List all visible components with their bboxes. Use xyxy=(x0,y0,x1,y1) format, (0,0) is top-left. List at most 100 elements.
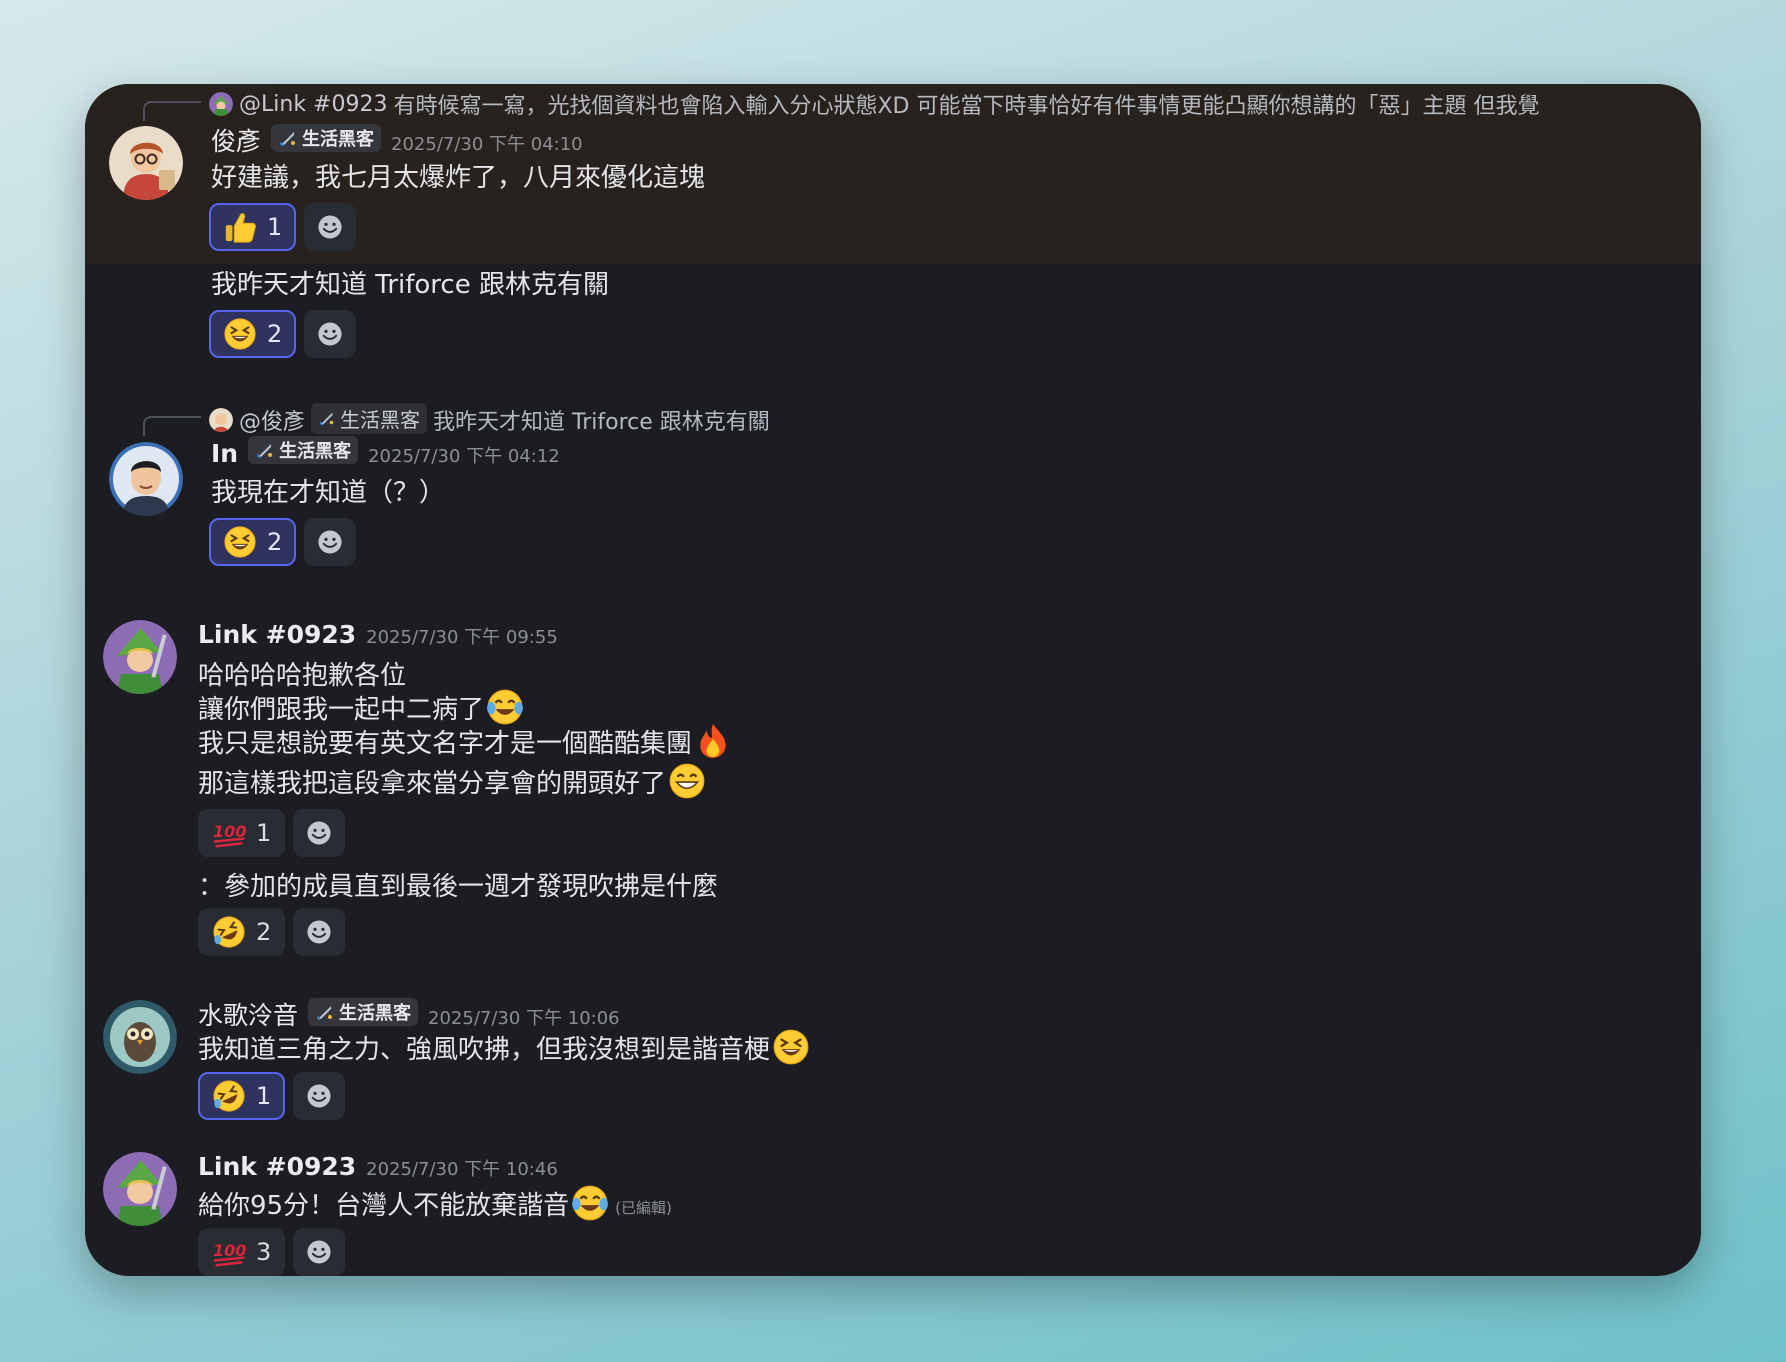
reaction-bar: 2 xyxy=(209,518,357,566)
role-tag-label: 生活黑客 xyxy=(339,1003,412,1024)
avatar-link[interactable] xyxy=(103,1152,177,1226)
thumbs-up-icon xyxy=(223,210,257,244)
reply-spine xyxy=(143,416,201,436)
add-reaction-button[interactable] xyxy=(304,310,357,358)
message-line: 給你95分！台灣人不能放棄諧音 (已編輯) xyxy=(198,1184,672,1222)
message-text: ：參加的成員直到最後一週才發現吹拂是什麼 xyxy=(198,872,719,902)
add-reaction-button[interactable] xyxy=(304,518,357,566)
add-reaction-icon xyxy=(314,526,346,558)
junyan-mini-avatar xyxy=(209,408,233,432)
avatar-link[interactable] xyxy=(103,620,177,694)
reaction-count: 2 xyxy=(267,528,283,556)
grin-icon xyxy=(668,762,706,800)
reaction-bar: 1 xyxy=(198,1072,346,1120)
add-reaction-button[interactable] xyxy=(293,908,346,956)
add-reaction-icon xyxy=(303,1236,335,1268)
message-line-1-text: 哈哈哈哈抱歉各位 xyxy=(198,661,407,691)
reaction-count: 2 xyxy=(256,918,272,946)
author-name[interactable]: Link #0923 xyxy=(198,620,356,649)
avatar-link-image xyxy=(103,620,177,694)
reaction-count: 3 xyxy=(256,1238,272,1266)
avatar-in[interactable] xyxy=(109,442,183,516)
reply-preview[interactable]: @俊彥 生活黑客 我昨天才知道 Triforce 跟林克有關 xyxy=(209,402,770,436)
reaction-count: 1 xyxy=(256,1082,272,1110)
message-text: 好建議，我七月太爆炸了，八月來優化這塊 xyxy=(211,163,706,193)
message-line-1: 哈哈哈哈抱歉各位 xyxy=(198,655,406,692)
avatar-shuige[interactable] xyxy=(103,1000,177,1074)
reaction-count: 1 xyxy=(256,819,272,847)
timestamp: 2025/7/30 下午 10:46 xyxy=(366,1159,558,1180)
message-line-2: 讓你們跟我一起中二病了 xyxy=(198,688,524,726)
reaction-rofl[interactable]: 2 xyxy=(198,908,286,956)
reply-spine xyxy=(143,101,201,121)
laughing-face-icon xyxy=(223,525,257,559)
message-header: 水歌泠音 生活黑客 2025/7/30 下午 10:06 xyxy=(198,996,620,1032)
role-tag[interactable]: 生活黑客 xyxy=(271,124,382,152)
timestamp: 2025/7/30 下午 04:12 xyxy=(368,446,560,467)
message-link-1: Link #0923 2025/7/30 下午 09:55 哈哈哈哈抱歉各位 讓… xyxy=(85,620,1701,890)
message-header: 俊彥 生活黑客 2025/7/30 下午 04:10 xyxy=(211,122,583,158)
message-line-3-text: 我只是想說要有英文名字才是一個酷酷集團 xyxy=(198,728,693,759)
add-reaction-icon xyxy=(303,916,335,948)
add-reaction-button[interactable] xyxy=(293,1072,346,1120)
link-mini-avatar xyxy=(209,92,233,116)
avatar-junyan[interactable] xyxy=(109,126,183,200)
reaction-thumbs-up[interactable]: 1 xyxy=(209,203,297,251)
rofl-icon xyxy=(212,915,246,949)
avatar-in-image xyxy=(109,442,183,516)
reply-preview[interactable]: @Link #0923 有時候寫一寫，光找個資料也會陷入輸入分心狀態XD 可能當… xyxy=(209,88,1539,120)
reaction-bar: 1 xyxy=(198,809,346,857)
add-reaction-icon xyxy=(303,1080,335,1112)
hundred-points-icon xyxy=(212,816,246,850)
add-reaction-button[interactable] xyxy=(293,809,346,857)
reaction-hundred-points[interactable]: 1 xyxy=(198,809,286,857)
hundred-points-icon xyxy=(212,1235,246,1269)
reaction-bar: 2 xyxy=(209,310,357,358)
message-text: 我現在才知道（？） xyxy=(211,478,446,508)
author-name[interactable]: Link #0923 xyxy=(198,1152,356,1181)
tears-of-joy-icon xyxy=(486,688,524,726)
add-reaction-icon xyxy=(303,817,335,849)
hacker-role-icon xyxy=(255,440,275,460)
reaction-bar: 1 xyxy=(209,203,357,251)
reply-mention[interactable]: @俊彥 xyxy=(239,404,305,436)
reaction-bar: 2 xyxy=(198,908,346,956)
fire-icon xyxy=(694,722,732,760)
message-header: Link #0923 2025/7/30 下午 10:46 xyxy=(198,1152,558,1181)
add-reaction-button[interactable] xyxy=(304,203,357,251)
author-name[interactable]: 水歌泠音 xyxy=(198,996,298,1032)
reaction-bar: 3 xyxy=(198,1228,346,1276)
reaction-rofl[interactable]: 1 xyxy=(198,1072,286,1120)
role-tag-label: 生活黑客 xyxy=(279,441,352,462)
avatar-junyan-image xyxy=(109,126,183,200)
tears-of-joy-icon xyxy=(571,1184,609,1222)
reply-mention[interactable]: @Link #0923 xyxy=(239,92,387,117)
message-header: In 生活黑客 2025/7/30 下午 04:12 xyxy=(211,436,560,468)
message-junyan-1: @Link #0923 有時候寫一寫，光找個資料也會陷入輸入分心狀態XD 可能當… xyxy=(85,84,1701,264)
author-name[interactable]: In xyxy=(211,439,238,468)
reaction-count: 2 xyxy=(267,320,283,348)
reaction-laughing[interactable]: 2 xyxy=(209,310,297,358)
add-reaction-button[interactable] xyxy=(293,1228,346,1276)
reaction-laughing[interactable]: 2 xyxy=(209,518,297,566)
chat-window: @Link #0923 有時候寫一寫，光找個資料也會陷入輸入分心狀態XD 可能當… xyxy=(85,84,1701,1276)
timestamp: 2025/7/30 下午 09:55 xyxy=(366,627,558,648)
message-link-3: Link #0923 2025/7/30 下午 10:46 給你95分！台灣人不… xyxy=(85,1152,1701,1276)
edited-label: (已編輯) xyxy=(615,1198,672,1217)
reaction-hundred-points[interactable]: 3 xyxy=(198,1228,286,1276)
reply-text: 有時候寫一寫，光找個資料也會陷入輸入分心狀態XD 可能當下時事恰好有件事情更能凸… xyxy=(393,94,1540,119)
message-line-text: 我知道三角之力、強風吹拂，但我沒想到是諧音梗 xyxy=(198,1034,771,1065)
role-tag[interactable]: 生活黑客 xyxy=(308,998,419,1026)
message-line-4-text: 那這樣我把這段拿來當分享會的開頭好了 xyxy=(198,768,667,799)
message-header: Link #0923 2025/7/30 下午 09:55 xyxy=(198,620,558,649)
avatar-shuige-image xyxy=(103,1000,177,1074)
rofl-icon xyxy=(212,1079,246,1113)
add-reaction-icon xyxy=(314,318,346,350)
role-tag[interactable]: 生活黑客 xyxy=(248,436,359,464)
timestamp: 2025/7/30 下午 04:10 xyxy=(391,134,583,155)
message-line-4: 那這樣我把這段拿來當分享會的開頭好了 xyxy=(198,762,706,800)
reply-fade xyxy=(1671,84,1701,124)
author-name[interactable]: 俊彥 xyxy=(211,122,261,158)
message-line: 我知道三角之力、強風吹拂，但我沒想到是諧音梗 xyxy=(198,1028,810,1066)
avatar-link-image xyxy=(103,1152,177,1226)
